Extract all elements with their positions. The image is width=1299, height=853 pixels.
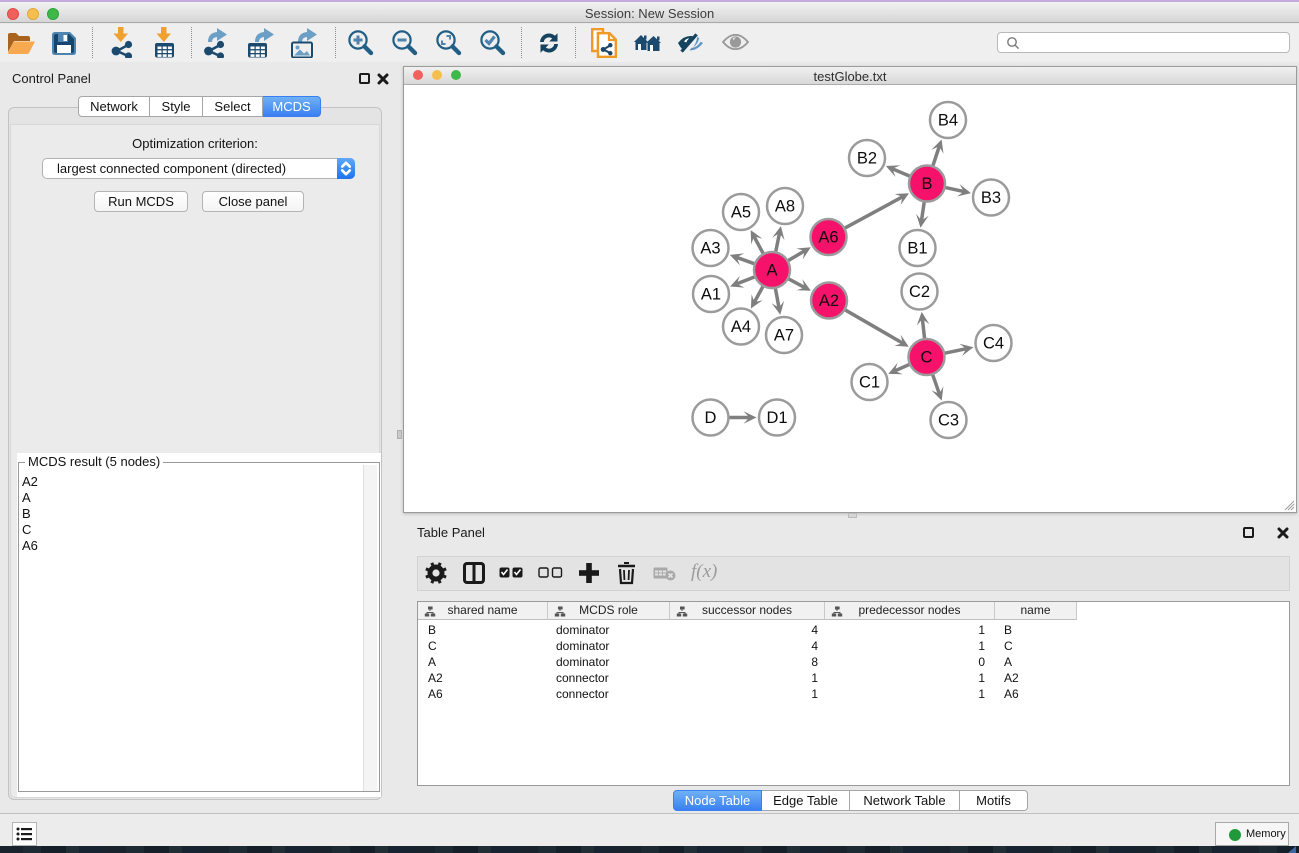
svg-text:D1: D1 — [766, 409, 787, 427]
svg-text:A3: A3 — [700, 240, 720, 258]
svg-text:A1: A1 — [701, 286, 721, 304]
svg-text:A2: A2 — [819, 292, 839, 310]
svg-text:A8: A8 — [775, 198, 795, 216]
svg-text:C4: C4 — [983, 335, 1004, 353]
svg-text:A7: A7 — [774, 327, 794, 345]
svg-text:A5: A5 — [731, 204, 751, 222]
svg-text:C2: C2 — [909, 283, 930, 301]
svg-text:B2: B2 — [857, 150, 877, 168]
svg-text:A: A — [766, 262, 777, 280]
svg-text:A6: A6 — [818, 229, 838, 247]
svg-text:C1: C1 — [859, 374, 880, 392]
svg-text:C3: C3 — [938, 412, 959, 430]
svg-text:B4: B4 — [938, 112, 958, 130]
svg-text:C: C — [921, 349, 933, 367]
svg-text:B1: B1 — [907, 240, 927, 258]
svg-text:D: D — [705, 409, 717, 427]
svg-text:B3: B3 — [981, 189, 1001, 207]
svg-text:B: B — [921, 175, 932, 193]
svg-text:A4: A4 — [731, 318, 751, 336]
